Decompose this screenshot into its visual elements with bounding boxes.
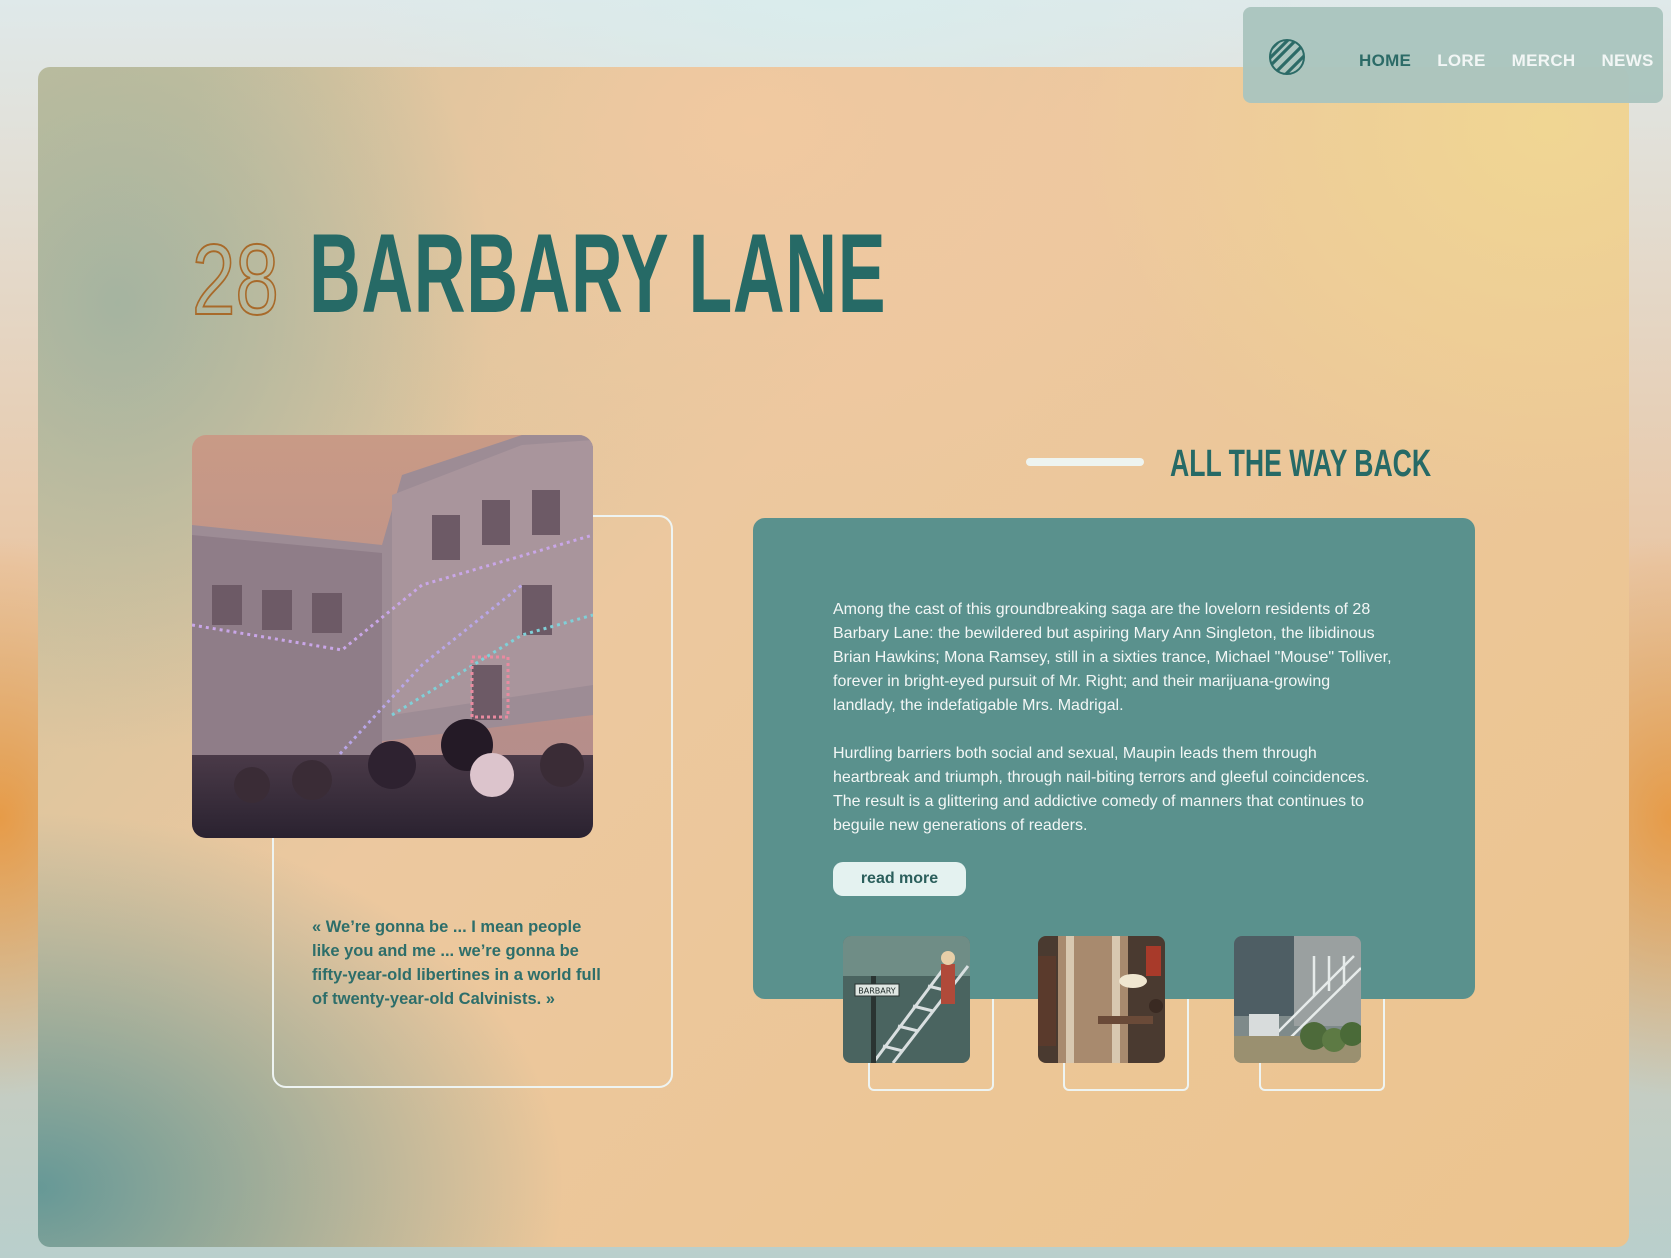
thumbnail-interior[interactable]	[1038, 936, 1165, 1063]
description-panel: Among the cast of this groundbreaking sa…	[753, 518, 1475, 999]
description-paragraph-2: Hurdling barriers both social and sexual…	[833, 745, 1370, 834]
description-paragraph-1: Among the cast of this groundbreaking sa…	[833, 601, 1392, 714]
barbary-sign-text: BARBARY	[858, 987, 896, 996]
quote-text: « We’re gonna be ... I mean people like …	[312, 918, 601, 1008]
nav-links: HOME LORE MERCH NEWS	[1359, 51, 1654, 71]
read-more-button[interactable]: read more	[833, 862, 966, 896]
thumbnail-barbary-sign[interactable]: BARBARY	[843, 936, 970, 1063]
nav-merch-link[interactable]: MERCH	[1512, 51, 1576, 71]
title-number: 28	[191, 223, 279, 337]
courtyard-photo	[192, 435, 593, 838]
nav-lore-link[interactable]: LORE	[1437, 51, 1485, 71]
nav-home-link[interactable]: HOME	[1359, 51, 1411, 71]
thumbnail-courtyard[interactable]	[1234, 936, 1361, 1063]
top-nav: HOME LORE MERCH NEWS	[1243, 7, 1663, 103]
section-heading: ALL THE WAY BACK	[1170, 443, 1432, 485]
title-text: BARBARY LANE	[309, 211, 887, 336]
nav-news-link[interactable]: NEWS	[1601, 51, 1653, 71]
striped-circle-logo-icon[interactable]	[1268, 38, 1306, 76]
heading-accent-bar	[1026, 458, 1144, 466]
